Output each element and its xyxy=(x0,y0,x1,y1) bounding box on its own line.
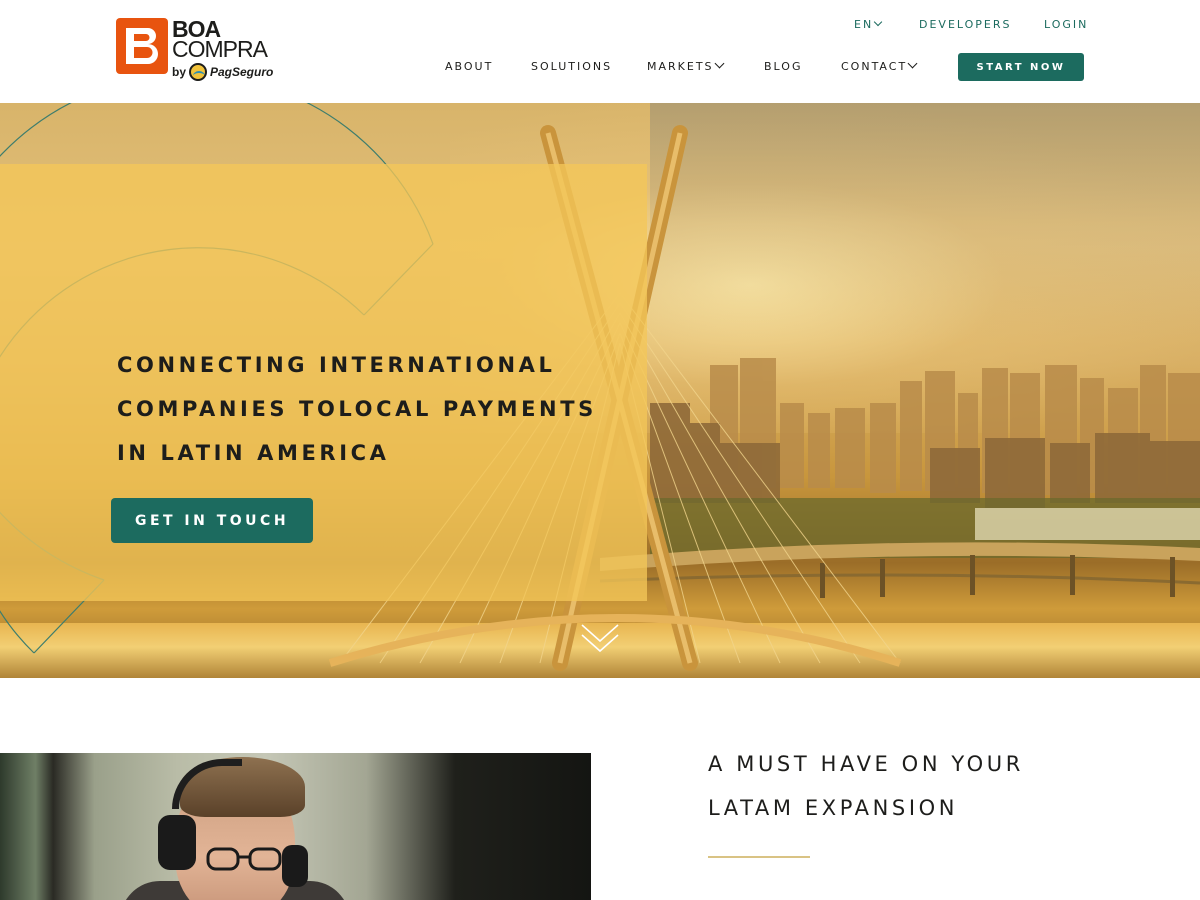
language-selector[interactable]: EN xyxy=(854,17,883,32)
hero-title-line: CONNECTING INTERNATIONAL xyxy=(117,353,556,377)
headphones-band xyxy=(172,759,242,809)
logo-by: by xyxy=(172,65,187,79)
login-link[interactable]: LOGIN xyxy=(1044,18,1088,32)
double-chevron-down-icon[interactable] xyxy=(580,621,620,655)
site-header: BOA COMPRA by PagSeguro EN DEVELOPERS LO… xyxy=(0,0,1200,103)
hero-banner: CONNECTING INTERNATIONAL COMPANIES TOLOC… xyxy=(0,103,1200,678)
section-title: A MUST HAVE ON YOUR LATAM EXPANSION xyxy=(708,742,1024,830)
boacompra-logo[interactable]: BOA COMPRA by PagSeguro xyxy=(116,18,276,88)
chevron-down-icon xyxy=(714,58,724,69)
logo-partner: PagSeguro xyxy=(210,65,274,79)
section-title-line: A MUST HAVE ON YOUR xyxy=(708,752,1024,776)
hero-title: CONNECTING INTERNATIONAL COMPANIES TOLOC… xyxy=(117,343,637,475)
chevron-down-icon xyxy=(907,58,918,69)
boacompra-b-icon xyxy=(116,18,168,74)
start-now-button[interactable]: START NOW xyxy=(958,53,1084,81)
nav-item-contact-label: CONTACT xyxy=(841,60,908,73)
section-title-line: LATAM EXPANSION xyxy=(708,796,959,820)
logo-word-compra: COMPRA xyxy=(172,36,268,62)
nav-item-contact[interactable]: CONTACT xyxy=(841,58,918,73)
glasses-icon xyxy=(206,847,282,871)
person-with-headphones-photo xyxy=(0,753,591,900)
chevron-down-icon xyxy=(873,17,883,27)
pagseguro-icon xyxy=(189,63,207,81)
section-divider xyxy=(708,856,810,858)
nav-item-about[interactable]: ABOUT xyxy=(445,60,493,73)
hero-title-line: IN LATIN AMERICA xyxy=(117,441,390,465)
developers-link[interactable]: DEVELOPERS xyxy=(919,18,1012,32)
nav-item-solutions[interactable]: SOLUTIONS xyxy=(531,60,612,73)
nav-item-markets[interactable]: MARKETS xyxy=(647,58,724,73)
language-label: EN xyxy=(854,18,874,31)
get-in-touch-button[interactable]: GET IN TOUCH xyxy=(111,498,313,543)
headphones-icon xyxy=(158,815,196,870)
nav-item-blog[interactable]: BLOG xyxy=(764,60,802,73)
headphones-earcup xyxy=(282,845,308,887)
hero-title-line: COMPANIES TOLOCAL PAYMENTS xyxy=(117,397,597,421)
nav-item-markets-label: MARKETS xyxy=(647,60,714,73)
